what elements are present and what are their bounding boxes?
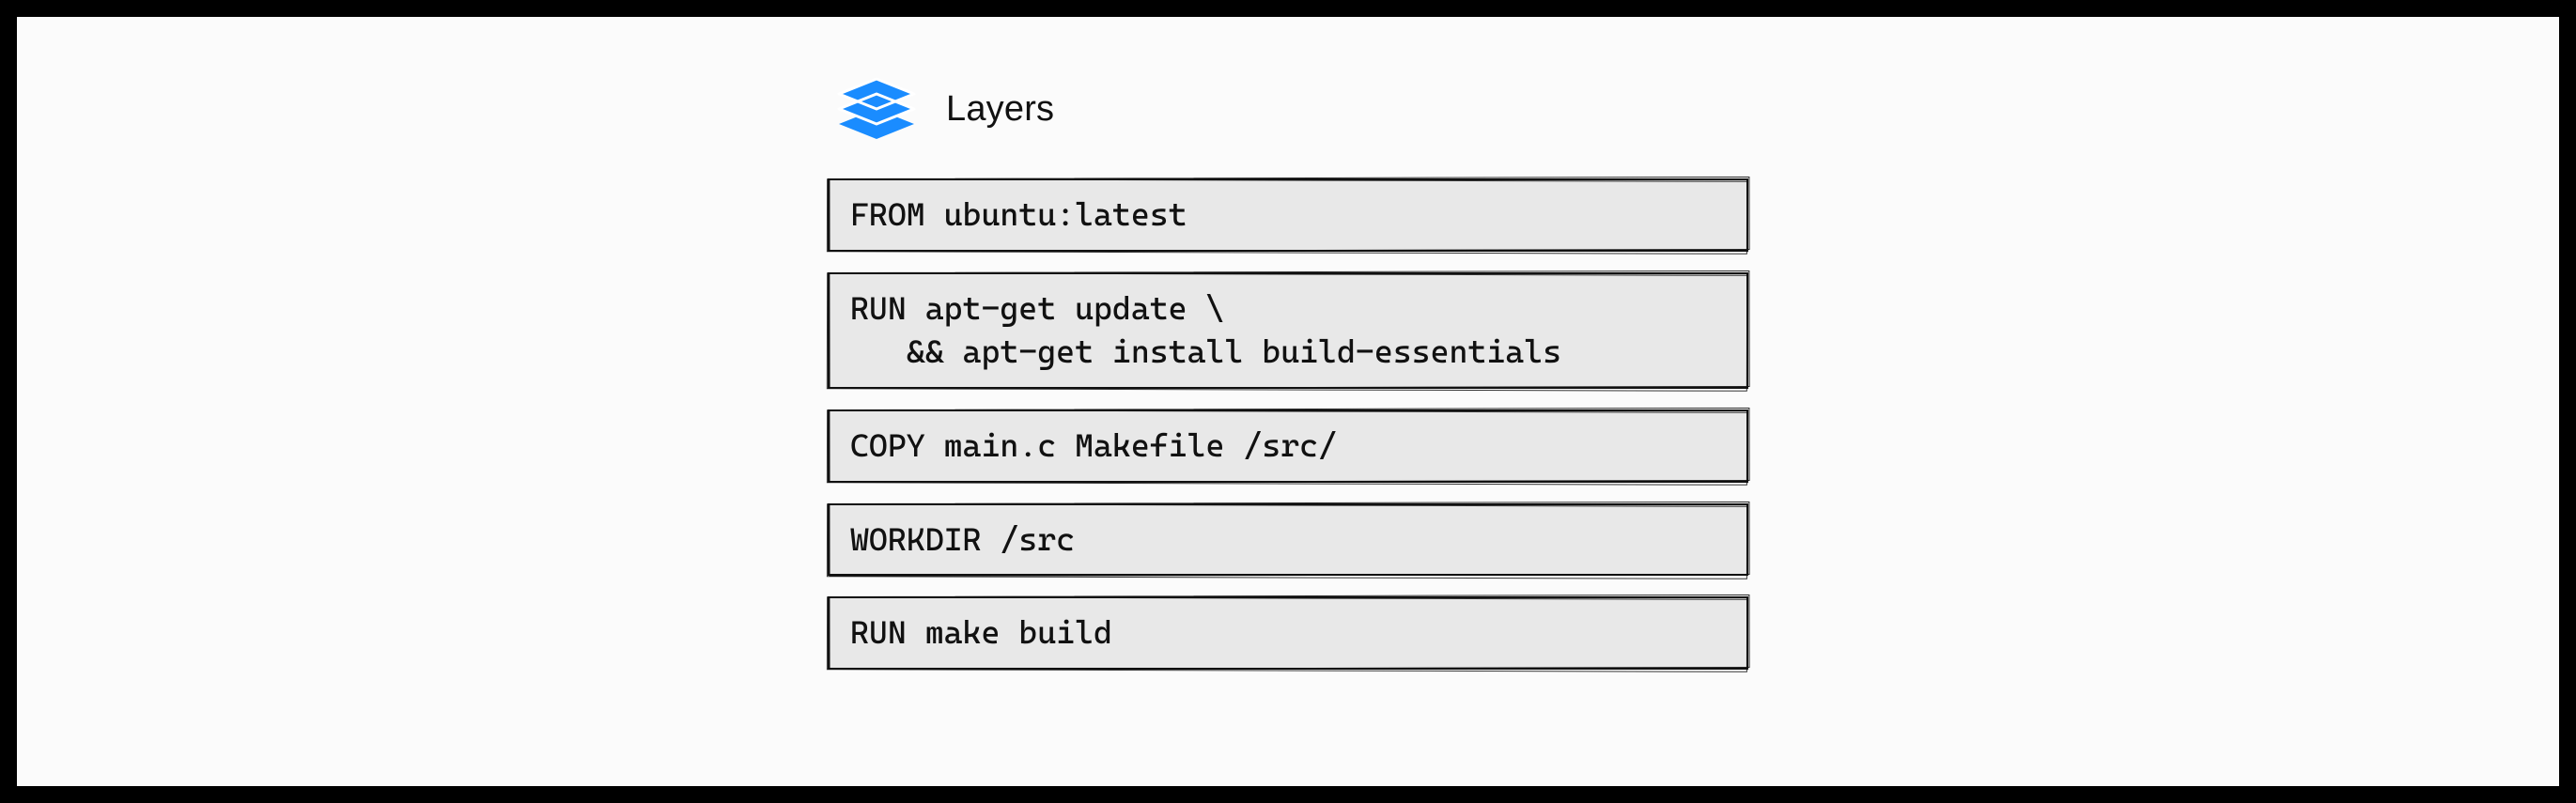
dockerfile-layer: FROM ubuntu:latest [828, 178, 1748, 252]
dockerfile-layer: RUN make build [828, 596, 1748, 670]
content-column: Layers FROM ubuntu:latest RUN apt-get up… [828, 73, 1748, 670]
section-title: Layers [946, 89, 1054, 130]
layer-list: FROM ubuntu:latest RUN apt-get update \ … [828, 178, 1748, 670]
layer-text: WORKDIR /src [850, 520, 1075, 558]
dockerfile-layer: WORKDIR /src [828, 503, 1748, 577]
layer-text: FROM ubuntu:latest [850, 195, 1187, 233]
diagram-frame: Layers FROM ubuntu:latest RUN apt-get up… [17, 17, 2559, 786]
dockerfile-layer: COPY main.c Makefile /src/ [828, 409, 1748, 483]
layer-text: RUN apt-get update \ && apt-get install … [850, 289, 1561, 370]
layer-text: RUN make build [850, 613, 1112, 651]
dockerfile-layer: RUN apt-get update \ && apt-get install … [828, 272, 1748, 389]
header: Layers [833, 73, 1748, 145]
layers-icon [833, 73, 920, 145]
layer-text: COPY main.c Makefile /src/ [850, 426, 1337, 464]
